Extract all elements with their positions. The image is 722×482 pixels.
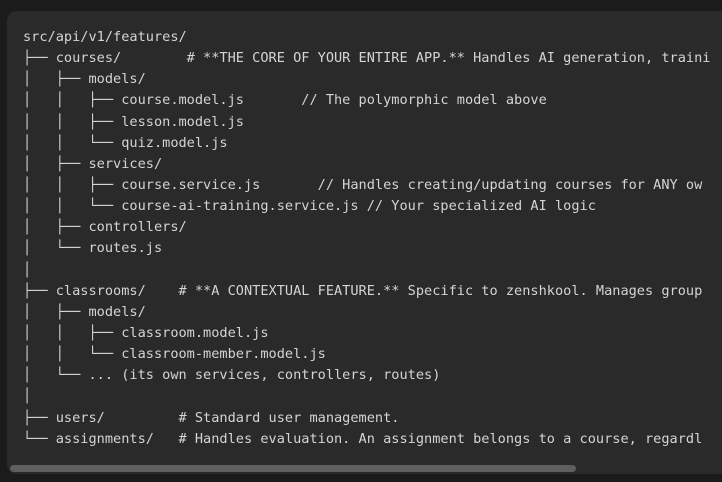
- code-line: │: [23, 388, 32, 405]
- code-line: ├── courses/ # **THE CORE OF YOUR ENTIRE…: [23, 50, 711, 67]
- code-line: │ ├── models/: [23, 303, 146, 320]
- code-line: │ │ ├── course.model.js // The polymorph…: [23, 92, 547, 109]
- code-line: │ │ └── course-ai-training.service.js //…: [23, 198, 596, 215]
- horizontal-scrollbar[interactable]: [7, 463, 722, 474]
- code-line: │: [23, 261, 32, 278]
- code-line: src/api/v1/features/: [23, 29, 187, 45]
- code-line: ├── users/ # Standard user management.: [23, 409, 400, 426]
- code-line: │ └── routes.js: [23, 240, 163, 257]
- code-content: src/api/v1/features/ ├── courses/ # **THE…: [23, 27, 710, 450]
- code-line: │ │ ├── course.service.js // Handles cre…: [23, 176, 703, 193]
- code-line: │ ├── models/: [23, 71, 146, 88]
- code-line: │ └── ... (its own services, controllers…: [23, 367, 441, 384]
- code-line: │ ├── controllers/: [23, 219, 187, 236]
- code-line: │ │ └── classroom-member.model.js: [23, 346, 326, 363]
- code-line: ├── classrooms/ # **A CONTEXTUAL FEATURE…: [23, 282, 703, 299]
- code-line: │ ├── services/: [23, 155, 163, 172]
- code-block: src/api/v1/features/ ├── courses/ # **THE…: [7, 11, 722, 474]
- scrollbar-thumb[interactable]: [10, 465, 576, 472]
- code-line: │ │ ├── classroom.model.js: [23, 324, 269, 341]
- code-line: │ │ ├── lesson.model.js: [23, 113, 244, 130]
- code-line: │ │ └── quiz.model.js: [23, 134, 228, 151]
- code-line: └── assignments/ # Handles evaluation. A…: [23, 430, 703, 447]
